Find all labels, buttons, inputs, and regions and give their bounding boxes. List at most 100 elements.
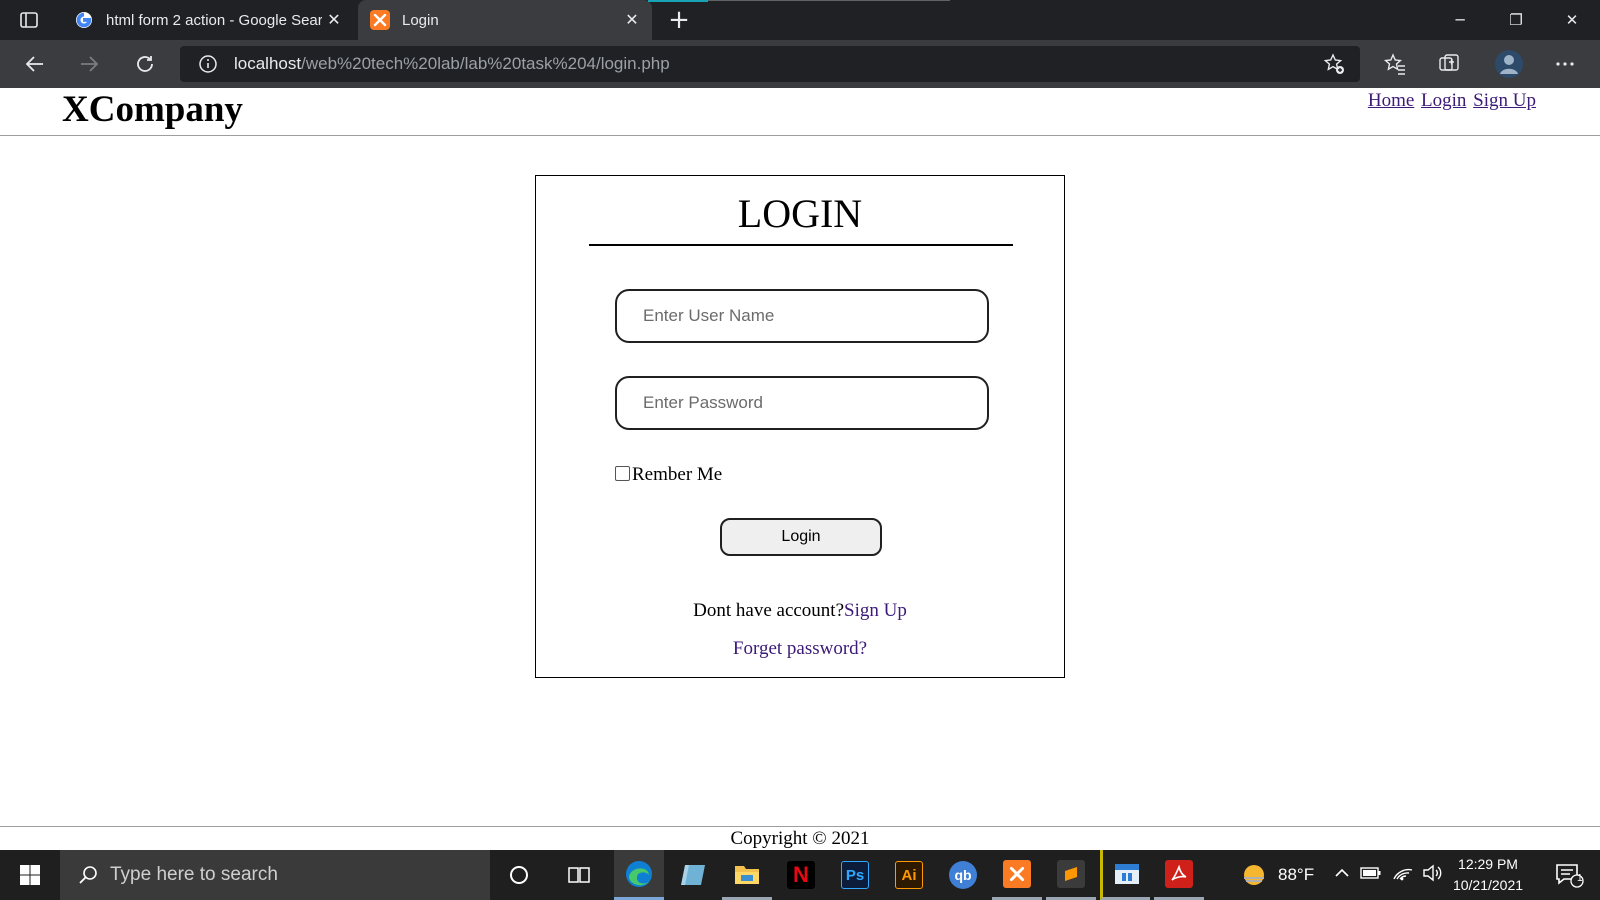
wifi-icon[interactable] [1392,864,1414,887]
loading-indicator [648,0,708,2]
collections-button[interactable] [1432,48,1466,80]
back-arrow-icon [25,56,43,72]
weather-widget[interactable]: 88°F [1240,850,1314,900]
refresh-button[interactable] [128,48,162,80]
heading-divider [589,244,1013,246]
tab-google-search[interactable]: html form 2 action - Google Sear ✕ [62,0,354,40]
taskbar-app-acrobat[interactable] [1154,850,1204,900]
notification-count: 1 [1577,873,1583,884]
favorites-star-icon [1383,53,1405,75]
taskbar-app-sublime[interactable] [1046,850,1096,900]
system-clock[interactable]: 12:29 PM 10/21/2021 [1444,854,1532,896]
clock-time: 12:29 PM [1458,856,1518,872]
chevron-up-icon[interactable] [1334,865,1350,886]
search-placeholder: Type here to search [110,864,278,885]
qbittorrent-icon: qb [949,861,977,889]
taskbar-app-notes[interactable] [668,850,718,900]
weather-sun-icon [1244,865,1264,885]
start-button[interactable] [0,850,60,900]
tab-title: Login [402,11,439,29]
url-text: localhost/web%20tech%20lab/lab%20task%20… [234,54,670,74]
tab-title: html form 2 action - Google Sear [106,11,322,29]
cortana-button[interactable] [494,850,544,900]
address-bar[interactable]: localhost/web%20tech%20lab/lab%20task%20… [180,46,1360,82]
avatar [1495,50,1523,78]
photoshop-icon: Ps [841,861,869,889]
url-host: localhost [234,54,302,73]
close-tab-icon[interactable]: ✕ [620,8,644,32]
task-view-button[interactable] [554,850,604,900]
taskbar-search[interactable]: Type here to search [60,850,490,900]
browser-tab-strip: html form 2 action - Google Sear ✕ Login… [0,0,1600,40]
volume-icon[interactable] [1422,864,1444,887]
taskbar-app-xampp[interactable] [992,850,1042,900]
taskbar-app-edge[interactable] [614,850,664,900]
more-dots-icon [1556,62,1574,66]
site-header: XCompany Home Login Sign Up [0,88,1600,136]
username-input[interactable] [615,289,989,343]
login-button[interactable]: Login [720,518,882,556]
footer-divider [0,826,1600,827]
notes-icon [681,865,705,885]
acrobat-icon [1165,859,1193,888]
folder-icon [735,865,759,884]
illustrator-icon: Ai [895,861,923,889]
restore-button[interactable]: ❐ [1488,0,1544,40]
taskbar-app-file-explorer[interactable] [722,850,772,900]
forgot-password-link[interactable]: Forget password? [733,638,867,659]
signup-link[interactable]: Sign Up [844,600,907,621]
url-path: /web%20tech%20lab/lab%20task%204/login.p… [301,54,670,73]
remember-me-checkbox[interactable] [615,465,630,481]
search-icon [76,863,100,887]
netflix-icon: N [787,861,815,889]
calendar-app-icon [1114,863,1139,884]
xampp-icon [370,10,390,30]
favorites-button[interactable] [1378,48,1412,80]
taskbar-app-netflix[interactable]: N [776,850,826,900]
forgot-password-row: Forget password? [536,638,1064,660]
new-tab-button[interactable]: + [664,5,694,35]
nav-link-signup[interactable]: Sign Up [1473,90,1536,111]
nav-link-home[interactable]: Home [1368,90,1414,111]
taskbar-app-photoshop[interactable]: Ps [830,850,880,900]
windows-taskbar: Type here to search N Ps Ai qb 88°F 12:2… [0,850,1600,900]
sublime-icon [1057,859,1085,888]
nav-link-login[interactable]: Login [1421,90,1466,111]
forward-arrow-icon [81,56,99,72]
minimize-button[interactable]: ─ [1432,0,1488,40]
clock-date: 10/21/2021 [1452,877,1524,893]
close-tab-icon[interactable]: ✕ [322,8,346,32]
refresh-icon [137,56,153,72]
signup-prompt: Dont have account?Sign Up [536,600,1064,622]
taskbar-app-illustrator[interactable]: Ai [884,850,934,900]
task-view-icon [568,867,590,883]
collections-icon [1439,54,1459,71]
footer-copyright: Copyright © 2021 [730,828,870,849]
login-form: LOGIN Rember Me Login Dont have account?… [535,175,1065,678]
tab-divider [708,0,950,1]
browser-toolbar: localhost/web%20tech%20lab/lab%20task%20… [0,40,1600,88]
tab-actions-icon [20,12,38,28]
tab-login[interactable]: Login ✕ [358,0,652,40]
tab-actions-button[interactable] [12,8,46,32]
weather-temperature: 88°F [1278,865,1315,884]
site-info-icon[interactable] [194,50,222,78]
google-g-icon [74,10,94,30]
xampp-icon [1003,859,1031,888]
login-heading: LOGIN [737,191,863,236]
cortana-circle-icon [510,866,528,884]
taskbar-app-qbittorrent[interactable]: qb [938,850,988,900]
profile-button[interactable] [1492,48,1526,80]
top-navigation: Home Login Sign Up [1366,90,1536,112]
back-button[interactable] [18,48,52,80]
password-input[interactable] [615,376,989,430]
add-favorite-icon[interactable] [1320,50,1348,78]
close-window-button[interactable]: ✕ [1544,0,1600,40]
forward-button[interactable] [72,48,106,80]
windows-logo-icon [20,865,40,885]
battery-icon[interactable] [1360,865,1382,886]
taskbar-app-calendar[interactable] [1100,850,1150,900]
settings-menu-button[interactable] [1548,48,1582,80]
site-logo-text: XCompany [62,89,243,130]
notifications-button[interactable]: 1 [1544,850,1594,900]
